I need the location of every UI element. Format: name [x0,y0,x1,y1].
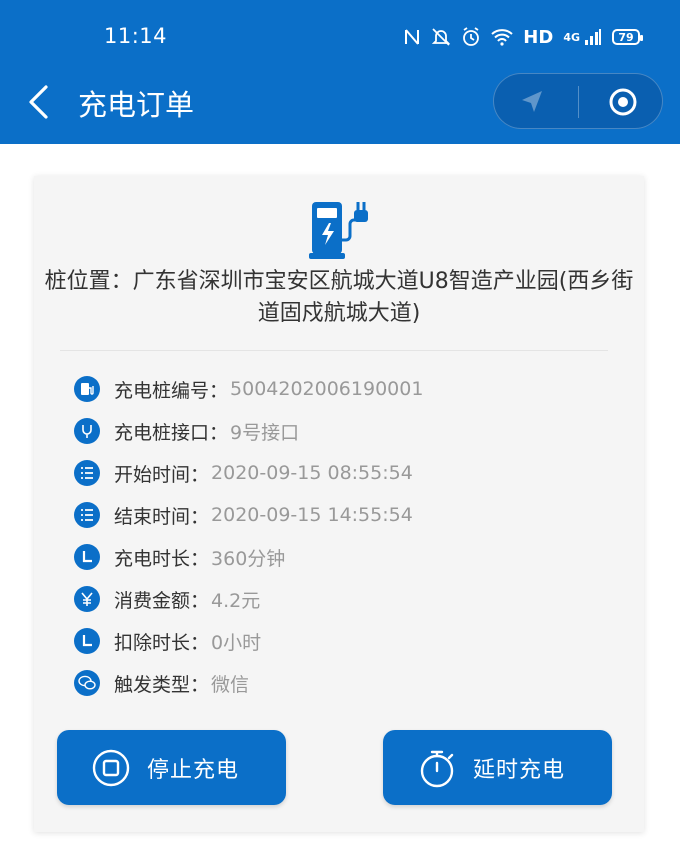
status-icons: HD 4G 79 [403,22,643,52]
back-icon[interactable] [26,84,52,120]
stopwatch-icon [420,750,454,787]
mute-bell-icon [432,28,451,46]
location-arrow-icon[interactable] [518,88,546,116]
detail-row-amount: 消费金额： 4.2元 [74,584,260,614]
detail-value: 4.2元 [211,589,261,612]
detail-value: 2020-09-15 08:55:54 [211,462,413,484]
stop-icon [92,749,130,786]
wifi-icon [491,29,513,46]
detail-value: 2020-09-15 14:55:54 [211,504,413,526]
mini-program-capsule [493,73,663,129]
top-bar: 11:14 HD 4G 79 充电订单 [0,0,680,144]
divider [60,350,608,351]
delay-charging-label: 延时充电 [473,757,566,783]
yuan-icon [74,586,100,612]
detail-label: 触发类型： [114,673,210,696]
detail-value: 微信 [211,673,250,696]
clock-icon [74,544,100,570]
detail-label: 扣除时长： [114,631,210,654]
delay-charging-button[interactable]: 延时充电 [383,730,612,805]
detail-label: 充电桩编号： [114,379,229,402]
nfc-icon [405,29,420,45]
stop-charging-label: 停止充电 [147,757,240,783]
detail-row-deducted: 扣除时长： 0小时 [74,626,261,656]
detail-value: 9号接口 [230,421,300,444]
detail-row-end-time: 结束时间： 2020-09-15 14:55:54 [74,500,413,530]
detail-row-start-time: 开始时间： 2020-09-15 08:55:54 [74,458,413,488]
detail-label: 结束时间： [114,505,210,528]
list-icon [74,502,100,528]
signal-icon [585,29,601,45]
battery-icon: 79 [612,29,643,45]
hd-indicator: HD [523,26,554,48]
page-title: 充电订单 [78,88,195,122]
detail-row-duration: 充电时长： 360分钟 [74,542,285,572]
plug-icon [74,418,100,444]
wechat-icon [74,670,100,696]
capsule-divider [578,86,579,118]
detail-value: 0小时 [211,631,262,654]
list-icon [74,460,100,486]
network-type: 4G [563,30,580,44]
detail-label: 充电时长： [114,547,210,570]
stop-charging-button[interactable]: 停止充电 [57,730,286,805]
charging-station-icon [309,202,368,259]
alarm-icon [463,27,480,46]
charger-icon [74,376,100,402]
close-record-icon[interactable] [608,87,638,117]
detail-value: 5004202006190001 [230,378,424,400]
status-time: 11:14 [104,24,168,48]
order-card: 桩位置：广东省深圳市宝安区航城大道U8智造产业园(西乡街道固戍航城大道) 充电桩… [34,176,644,832]
detail-row-trigger-type: 触发类型： 微信 [74,668,249,698]
detail-label: 消费金额： [114,589,210,612]
detail-label: 充电桩接口： [114,421,229,444]
station-address: 桩位置：广东省深圳市宝安区航城大道U8智造产业园(西乡街道固戍航城大道) [44,269,634,326]
detail-value: 360分钟 [211,547,286,570]
clock-icon [74,628,100,654]
detail-row-connector: 充电桩接口： 9号接口 [74,416,299,446]
detail-row-station-no: 充电桩编号： 5004202006190001 [74,374,423,404]
detail-label: 开始时间： [114,463,210,486]
